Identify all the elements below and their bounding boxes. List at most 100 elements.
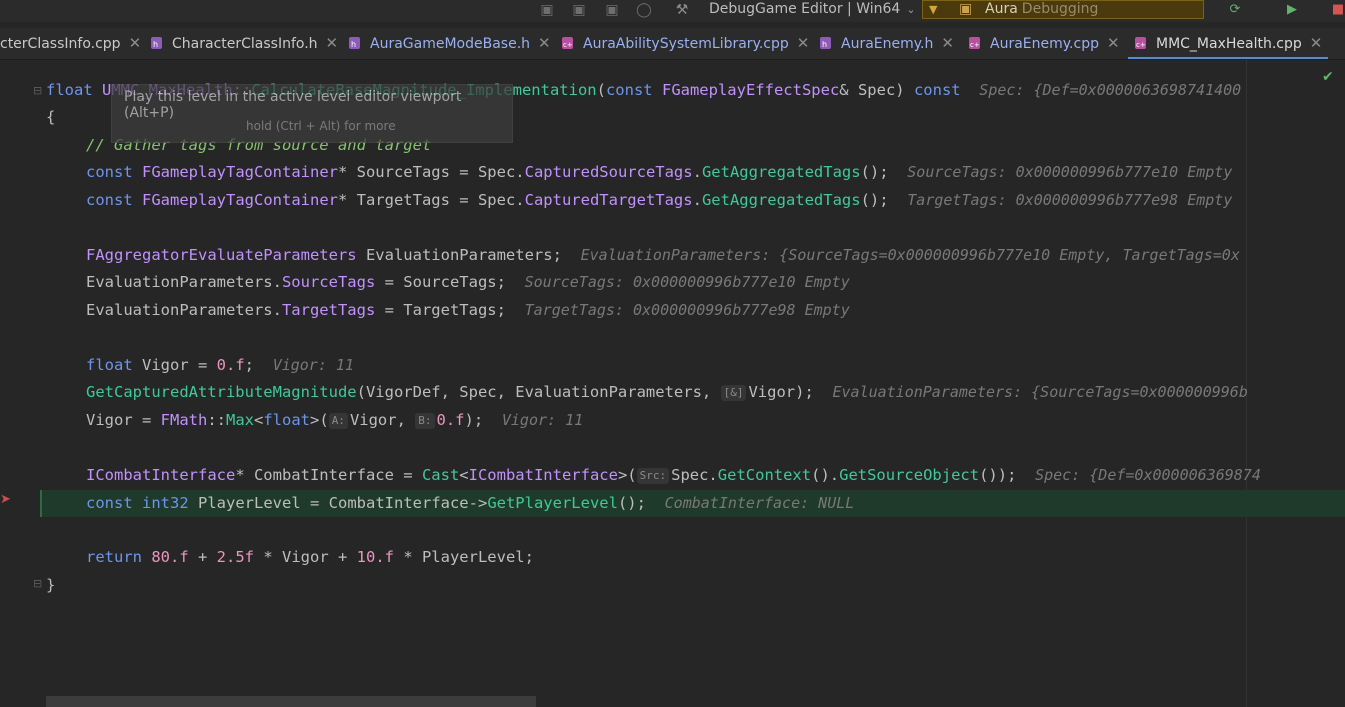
no-problems-check-icon[interactable]: ✔ [1322,69,1334,85]
resume-icon[interactable]: ▶ [1281,0,1303,19]
tab-label: AuraEnemy.cpp [990,36,1099,52]
breakpoint-arrow-icon[interactable]: ➤ [0,492,11,507]
tab-aura-game-mode-base-h[interactable]: h AuraGameModeBase.h ✕ [348,28,551,59]
code-token: 0.f [436,411,465,429]
code-token: * SourceTags = Spec. [337,163,525,181]
code-token: Vigor, [349,411,416,429]
code-token: * TargetTags = Spec. [337,191,525,209]
debug-inline-value: TargetTags: 0x000000996b777e98 Empty [907,191,1233,209]
code-token: ( [596,81,606,99]
code-token: = SourceTags; [375,273,506,291]
code-token: ); [464,411,484,429]
code-token: EvaluationParameters. [86,273,282,291]
code-token: const [86,494,133,512]
code-token: :: [207,411,226,429]
run-target-text: Aura Debugging [985,1,1098,18]
code-token: const [86,191,133,209]
tab-aura-enemy-h[interactable]: h AuraEnemy.h ✕ [819,28,954,59]
cpp-source-file-icon: c+ [968,32,984,49]
code-token: GetPlayerLevel [487,494,618,512]
fold-icon[interactable]: ⊟ [33,577,42,590]
debug-inline-value: SourceTags: 0x000000996b777e10 Empty [907,163,1233,181]
svg-text:c+: c+ [1136,41,1146,49]
tab-label: CharacterClassInfo.h [172,36,318,52]
code-token: CapturedTargetTags [524,191,693,209]
close-icon[interactable]: ✕ [326,34,339,52]
cpp-header-file-icon: h [150,32,166,49]
code-token: . [692,163,702,181]
unreal-icon[interactable]: ◯ [634,1,654,19]
code-token: FAggregatorEvaluateParameters [86,246,357,264]
tab-label: cterClassInfo.cpp [0,36,121,52]
code-line: FAggregatorEvaluateParameters Evaluation… [86,242,1240,269]
debug-inline-value: Vigor: 11 [501,411,584,429]
code-token: < [459,466,469,484]
close-icon[interactable]: ✕ [129,34,142,52]
chevron-down-icon: ⌄ [906,3,916,16]
code-line: Vigor = FMath::Max<float>(A: Vigor, B: 0.f… [86,407,583,434]
code-line: GetCapturedAttributeMagnitude(VigorDef, … [86,379,1248,406]
code-token: < [254,411,264,429]
stop-icon[interactable]: ■ [1327,0,1345,19]
code-line: ICombatInterface* CombatInterface = Cast… [86,462,1261,489]
code-token: (); [617,494,646,512]
close-icon[interactable]: ✕ [1310,34,1323,52]
code-token: + [188,548,217,566]
code-token: FGameplayTagContainer [142,163,338,181]
close-icon[interactable]: ✕ [797,34,810,52]
close-icon[interactable]: ✕ [1107,34,1120,52]
gamepad-icon[interactable]: ▣ [537,1,557,19]
run-configuration-selector[interactable]: DebugGame Editor | Win64 ⌄ [709,0,916,20]
code-token: float [86,356,133,374]
close-icon[interactable]: ✕ [538,34,551,52]
parameter-hint-badge: [&] [720,385,747,401]
code-line: EvaluationParameters.TargetTags = Target… [86,297,850,324]
gamepad-icon[interactable]: ▣ [569,1,589,19]
code-token: FGameplayEffectSpec [661,81,840,99]
code-token: Spec. [671,466,718,484]
tab-label: AuraGameModeBase.h [370,36,531,52]
tab-aura-enemy-cpp[interactable]: c+ AuraEnemy.cpp ✕ [968,28,1120,59]
code-token: Vigor); [748,383,814,401]
debug-inline-value: CombatInterface: NULL [664,494,855,512]
tab-mmc-max-health-cpp[interactable]: c+ MMC_MaxHealth.cpp ✕ [1128,28,1328,59]
code-token: GetAggregatedTags [701,191,861,209]
code-token: Max [226,411,254,429]
code-editor[interactable]: ✔ ⊟ ⊟ ➤ float UMMC_MaxHealth::CalculateB… [0,60,1345,707]
cpp-source-file-icon: c+ [1134,32,1150,49]
code-token: * PlayerLevel; [393,548,534,566]
tab-label: AuraEnemy.h [841,36,934,52]
code-token: * Vigor + [254,548,357,566]
run-target-selector[interactable]: ▼ ▣ Aura Debugging [922,0,1204,19]
cpp-header-file-icon: h [819,32,835,49]
run-status: Debugging [1021,1,1099,17]
code-token: & Spec) [839,81,914,99]
code-token: GetAggregatedTags [701,163,861,181]
close-icon[interactable]: ✕ [941,34,954,52]
tooltip-text: Play this level in the active level edit… [124,89,462,121]
code-token: GetCapturedAttributeMagnitude [86,383,357,401]
code-token: const [913,81,961,99]
tab-character-class-info-cpp[interactable]: cterClassInfo.cpp ✕ [0,28,141,59]
hammer-icon[interactable]: ⚒ [672,1,692,19]
code-token: (); [860,191,889,209]
code-line: float Vigor = 0.f; Vigor: 11 [86,352,354,379]
tab-aura-ability-system-library-cpp[interactable]: c+ AuraAbilitySystemLibrary.cpp ✕ [561,28,809,59]
code-token: ()); [979,466,1017,484]
code-token: Cast [421,466,460,484]
fold-icon[interactable]: ⊟ [33,84,42,97]
code-token: FGameplayTagContainer [142,191,338,209]
horizontal-scrollbar[interactable] [46,696,536,707]
cpp-source-file-icon: c+ [561,32,577,49]
restart-icon[interactable]: ⟳ [1224,0,1246,19]
tab-label: AuraAbilitySystemLibrary.cpp [583,36,789,52]
gamepad-icon[interactable]: ▣ [602,1,622,19]
code-token: >( [617,466,637,484]
code-line: EvaluationParameters.SourceTags = Source… [86,269,850,296]
code-token: 0.f [216,356,245,374]
code-line: return 80.f + 2.5f * Vigor + 10.f * Play… [86,544,534,571]
tab-character-class-info-h[interactable]: h CharacterClassInfo.h ✕ [150,28,338,59]
code-token: } [46,576,56,594]
code-token: GetContext [717,466,812,484]
tooltip-shortcut: hold (Ctrl + Alt) for more [246,119,396,133]
